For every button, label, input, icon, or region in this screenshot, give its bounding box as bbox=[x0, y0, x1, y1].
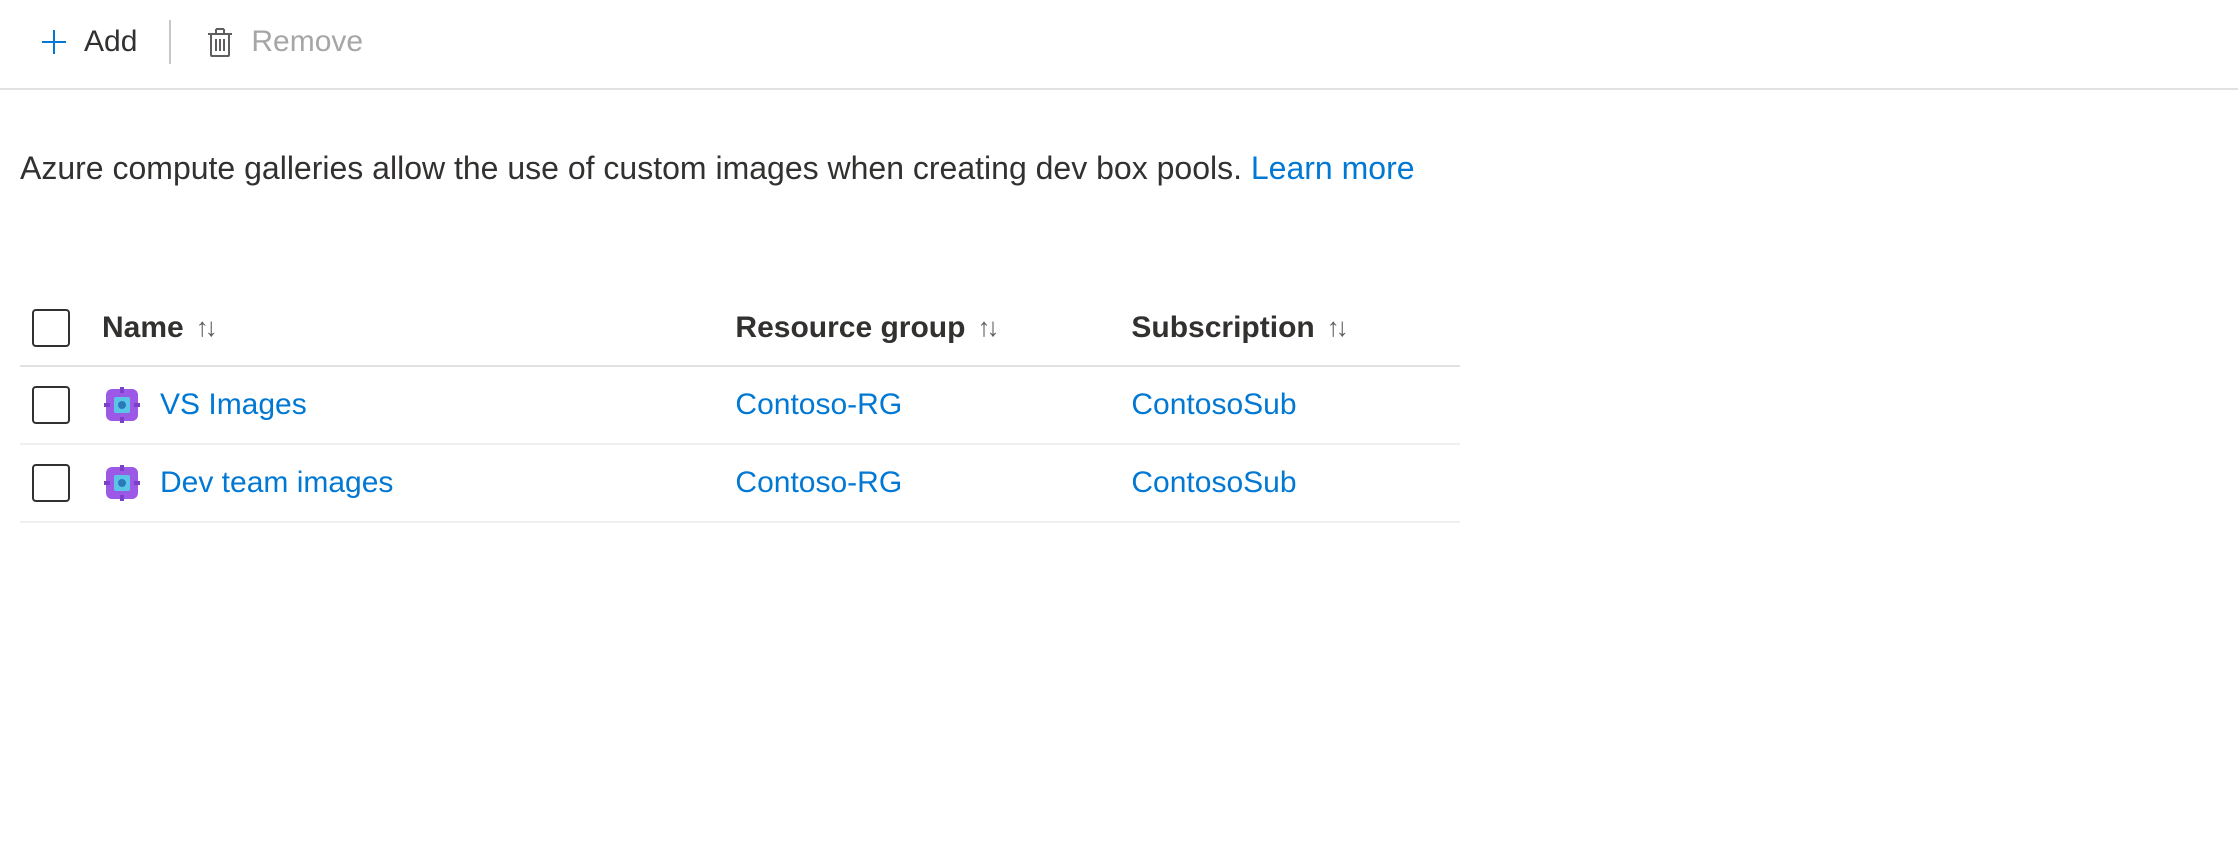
sort-icon: ↑↓ bbox=[1327, 312, 1345, 343]
column-header-rg-label: Resource group bbox=[735, 311, 965, 345]
remove-button-label: Remove bbox=[251, 25, 363, 59]
resource-group-link[interactable]: Contoso-RG bbox=[735, 466, 902, 499]
toolbar: Add Remove bbox=[0, 0, 2238, 90]
description-body: Azure compute galleries allow the use of… bbox=[20, 150, 1251, 186]
learn-more-link[interactable]: Learn more bbox=[1251, 150, 1415, 186]
add-button-label: Add bbox=[84, 25, 137, 59]
column-header-resource-group[interactable]: Resource group ↑↓ bbox=[735, 311, 1111, 345]
column-header-name-label: Name bbox=[102, 311, 184, 345]
subscription-link[interactable]: ContosoSub bbox=[1131, 388, 1296, 421]
galleries-table: Name ↑↓ Resource group ↑↓ Subscription ↑… bbox=[20, 291, 1460, 523]
row-checkbox[interactable] bbox=[32, 386, 70, 424]
plus-icon bbox=[38, 26, 70, 58]
description-text: Azure compute galleries allow the use of… bbox=[20, 90, 2218, 211]
sort-icon: ↑↓ bbox=[196, 312, 214, 343]
subscription-link[interactable]: ContosoSub bbox=[1131, 466, 1296, 499]
gallery-icon bbox=[102, 463, 142, 503]
table-header-row: Name ↑↓ Resource group ↑↓ Subscription ↑… bbox=[20, 291, 1460, 367]
column-header-sub-label: Subscription bbox=[1131, 311, 1314, 345]
toolbar-separator bbox=[169, 20, 171, 64]
table-row: Dev team images Contoso-RG ContosoSub bbox=[20, 445, 1460, 523]
table-row: VS Images Contoso-RG ContosoSub bbox=[20, 367, 1460, 445]
row-checkbox[interactable] bbox=[32, 464, 70, 502]
content-area: Azure compute galleries allow the use of… bbox=[0, 90, 2238, 523]
add-button[interactable]: Add bbox=[30, 21, 145, 63]
remove-button: Remove bbox=[195, 21, 371, 63]
gallery-icon bbox=[102, 385, 142, 425]
column-header-subscription[interactable]: Subscription ↑↓ bbox=[1131, 311, 1448, 345]
select-all-checkbox[interactable] bbox=[32, 309, 70, 347]
gallery-name-link[interactable]: VS Images bbox=[160, 388, 307, 422]
column-header-name[interactable]: Name ↑↓ bbox=[102, 311, 715, 345]
gallery-name-link[interactable]: Dev team images bbox=[160, 466, 393, 500]
resource-group-link[interactable]: Contoso-RG bbox=[735, 388, 902, 421]
trash-icon bbox=[203, 25, 237, 59]
sort-icon: ↑↓ bbox=[977, 312, 995, 343]
